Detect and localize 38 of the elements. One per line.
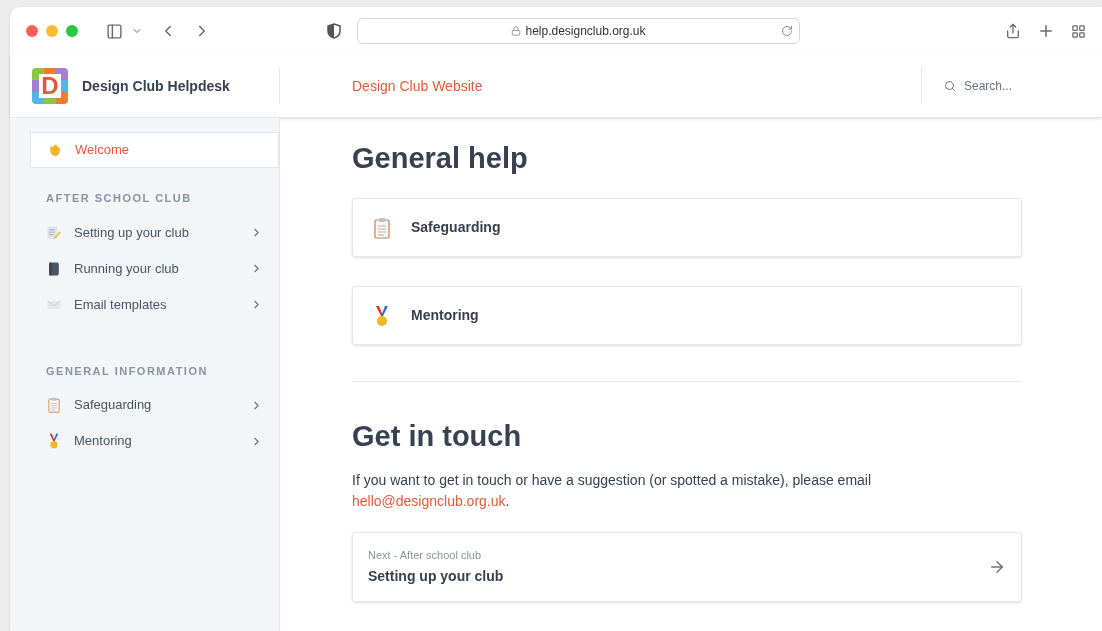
- reload-icon[interactable]: [781, 25, 793, 37]
- site-title: Design Club Helpdesk: [82, 76, 230, 96]
- clipboard-icon: [46, 397, 62, 413]
- sidebar-item[interactable]: Running your club: [30, 250, 279, 287]
- sidebar-item[interactable]: Setting up your club: [30, 214, 279, 251]
- shield-icon[interactable]: [327, 23, 341, 39]
- url-text: help.designclub.org.uk: [525, 23, 646, 40]
- sidebar-item[interactable]: Safeguarding: [30, 387, 279, 423]
- address-bar[interactable]: help.designclub.org.uk: [357, 18, 800, 44]
- contact-paragraph: If you want to get in touch or have a suggestion (or spotted a mistake), please email hello@designclub.org.uk.: [352, 471, 873, 511]
- sidebar-toggle-icon[interactable]: [106, 22, 123, 40]
- share-icon[interactable]: [1005, 23, 1021, 39]
- waving-hand-icon: [47, 142, 63, 158]
- notepad-pencil-icon: [46, 224, 62, 241]
- sidebar-item[interactable]: Mentoring: [30, 423, 279, 459]
- arrow-right-icon: [988, 558, 1006, 576]
- website-link[interactable]: Design Club Website: [352, 75, 483, 97]
- section-title: Get in touch: [352, 419, 523, 454]
- section-heading: AFTER SCHOOL CLUB: [45, 191, 193, 206]
- logo: D: [32, 68, 68, 104]
- section-title: General help: [352, 141, 529, 176]
- sidebar-item[interactable]: Email templates: [30, 286, 279, 323]
- next-caption: Next - After school club: [368, 548, 483, 564]
- link-card[interactable]: Safeguarding: [352, 198, 1022, 257]
- lock-icon: [511, 26, 522, 36]
- search-field[interactable]: Search...: [964, 77, 1064, 95]
- tab-overview-icon[interactable]: [1071, 23, 1086, 39]
- notebook-icon: [46, 260, 62, 277]
- next-page-card[interactable]: Next - After school club Setting up your club: [352, 532, 1022, 602]
- close-window-button[interactable]: [26, 25, 38, 37]
- next-title: Setting up your club: [368, 566, 505, 586]
- email-link[interactable]: hello@designclub.org.uk: [352, 493, 506, 509]
- section-heading: GENERAL INFORMATION: [45, 363, 209, 379]
- search-icon: [944, 80, 956, 92]
- link-card[interactable]: Mentoring: [352, 286, 1022, 345]
- clipboard-icon: [371, 216, 393, 239]
- new-tab-icon[interactable]: [1037, 22, 1055, 40]
- sidebar-item[interactable]: Welcome: [30, 132, 279, 168]
